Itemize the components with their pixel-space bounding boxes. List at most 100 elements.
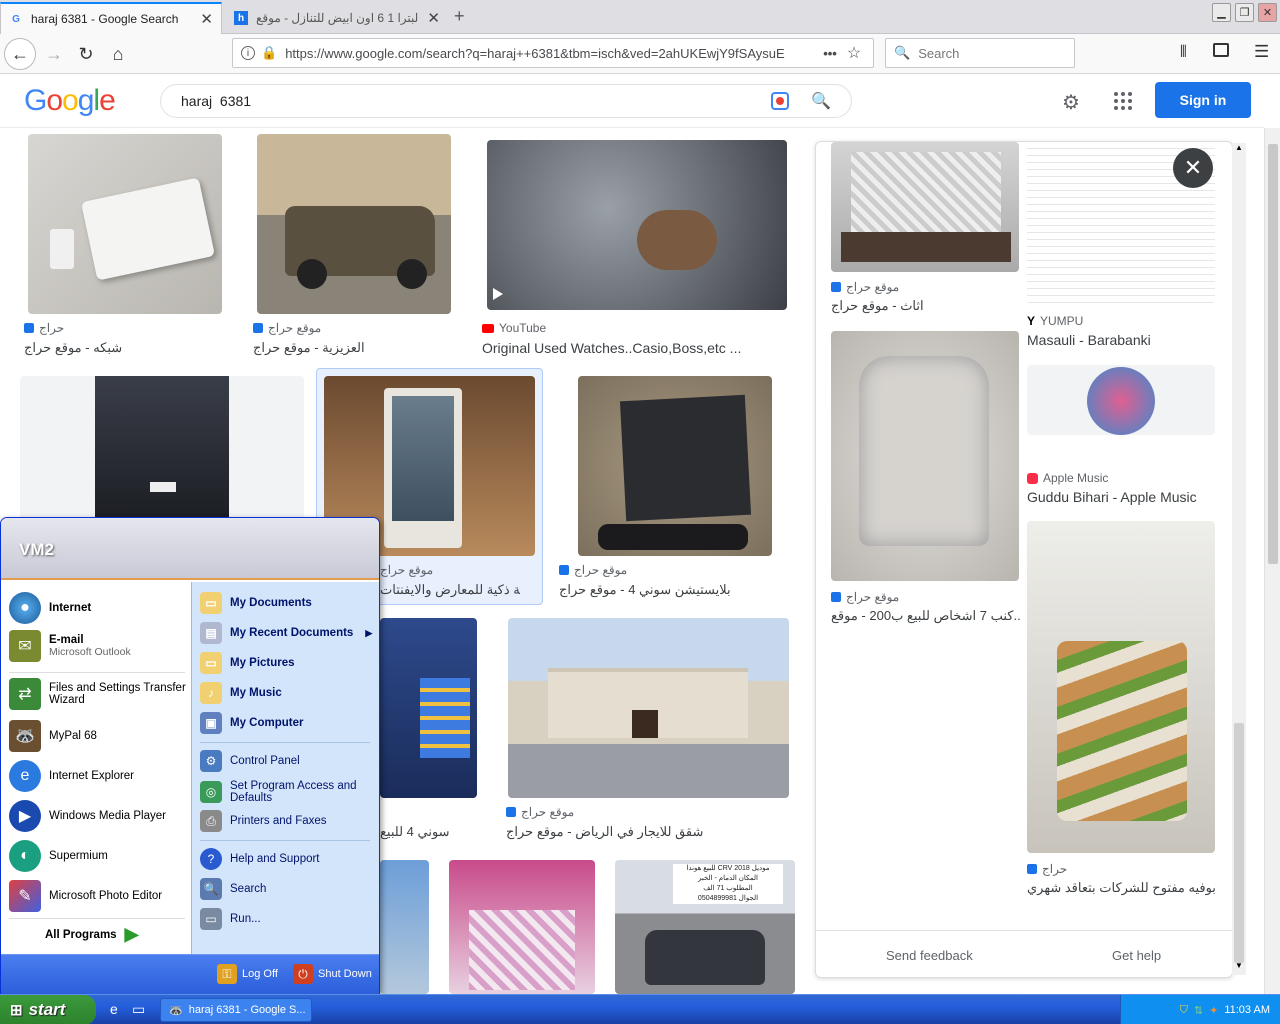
sign-in-button[interactable]: Sign in [1155,82,1251,118]
menu-item-media-player[interactable]: ▶ Windows Media Player [9,800,166,832]
result-caption[interactable]: شبكه - موقع حراج [24,340,224,356]
panel-image-album[interactable] [1027,365,1215,435]
result-caption[interactable]: بلايستيشن سوني 4 - موقع حراج [559,582,779,598]
lens-icon[interactable] [771,92,790,110]
panel-scrollbar[interactable]: ▲ ▼ [1232,143,1246,975]
scroll-up-icon[interactable]: ▲ [1234,143,1244,157]
panel-caption[interactable]: كنب 7 اشخاص للبيع ب200 - موقع... [831,608,1021,624]
result-image-router[interactable] [28,134,222,314]
haraj-favicon-icon: h [234,11,248,25]
result-image-crv[interactable] [20,376,304,521]
tab-haraj[interactable]: h البترا 1 6 اون ابيض للتنازل - موقع < ✕ [226,2,448,34]
quick-launch-ie-icon[interactable]: e [110,1001,118,1017]
menu-item-transfer-wizard[interactable]: ⇄ Files and Settings Transfer Wizard [9,678,189,710]
result-caption[interactable]: سوني 4 للبيع [380,824,450,840]
log-off-button[interactable]: ⚿ Log Off [217,964,278,984]
menu-item-my-documents[interactable]: ▭ My Documents [200,592,312,614]
menu-item-photo-editor[interactable]: ✎ Microsoft Photo Editor [9,880,162,912]
result-image-watches[interactable] [487,140,787,310]
menu-item-mypal[interactable]: 🦝 MyPal 68 [9,720,97,752]
url-bar[interactable]: i 🔒 https://www.google.com/search?q=hara… [232,38,874,68]
panel-caption[interactable]: بوفيه مفتوح للشركات بتعاقد شهري - ... [1027,880,1217,896]
submenu-arrow-icon: ▶ [365,627,373,638]
menu-item-internet-explorer[interactable]: e Internet Explorer [9,760,134,792]
sidebar-icon[interactable] [1213,43,1229,57]
quick-launch-desktop-icon[interactable]: ▭ [132,1001,145,1018]
menu-item-help[interactable]: ? Help and Support [200,848,320,870]
menu-item-control-panel[interactable]: ⚙ Control Panel [200,750,300,772]
panel-caption[interactable]: Masauli - Barabanki [1027,332,1217,348]
google-search-box[interactable]: haraj 6381 🔍 [160,84,852,118]
search-icon[interactable]: 🔍 [811,91,831,111]
security-icon[interactable]: ✦ [1209,1004,1218,1017]
result-image-sky[interactable] [380,860,429,994]
result-caption[interactable]: شاشة ذكية للمعارض والايفنتات [380,582,520,598]
result-image-suv[interactable] [257,134,451,314]
scroll-down-icon[interactable]: ▼ [1234,961,1244,975]
info-icon[interactable]: i [241,46,255,60]
library-icon[interactable]: ⫴ [1180,44,1187,62]
menu-item-my-computer[interactable]: ▣ My Computer [200,712,303,734]
send-feedback-link[interactable]: Send feedback [886,948,973,963]
result-image-crv-sale[interactable]: للبيع هوندا CRV موديل 2018 المكان الدمام… [615,860,795,994]
result-image-tv[interactable] [380,618,477,798]
result-caption[interactable]: شقق للايجار في الرياض - موقع حراج [506,824,786,840]
shut-down-button[interactable]: ⏻ Shut Down [293,964,372,984]
transfer-wizard-icon: ⇄ [9,678,41,710]
menu-item-supermium[interactable]: ◐ Supermium [9,840,108,872]
panel-caption[interactable]: اثاث - موقع حراج [831,298,1021,314]
menu-icon[interactable]: ☰ [1254,42,1269,62]
menu-item-internet[interactable]: ● Internet [9,592,91,624]
result-image-ps4[interactable] [578,376,772,556]
panel-image-furniture[interactable] [831,142,1019,272]
browser-search-field[interactable]: 🔍 Search [885,38,1075,68]
forward-button[interactable]: → [38,38,70,70]
panel-image-armchair[interactable] [831,331,1019,581]
menu-item-my-music[interactable]: ♪ My Music [200,682,282,704]
close-window-icon[interactable]: ✕ [1258,3,1277,22]
back-button[interactable]: ← [4,38,36,70]
google-logo[interactable]: Google [24,84,116,118]
bookmark-star-icon[interactable]: ☆ [847,43,861,63]
tab-google-search[interactable]: G haraj 6381 - Google Search ✕ [0,2,222,34]
page-scrollbar[interactable] [1264,128,1280,994]
result-source: موقع حراج [380,563,434,577]
close-panel-button[interactable]: ✕ [1173,148,1213,188]
panel-image-buffet[interactable] [1027,521,1215,853]
page-scroll-thumb[interactable] [1268,144,1278,564]
menu-item-search[interactable]: 🔍 Search [200,878,266,900]
result-caption[interactable]: العزيزية - موقع حراج [253,340,453,356]
result-source: موقع حراج [506,805,574,819]
all-programs-button[interactable]: All Programs ▶ [45,924,138,945]
pictures-folder-icon: ▭ [200,652,222,674]
menu-item-run[interactable]: ▭ Run... [200,908,261,930]
home-button[interactable]: ⌂ [102,38,134,70]
shield-icon[interactable]: ⛉ [1180,1004,1188,1017]
menu-item-recent-documents[interactable]: ▤ My Recent Documents ▶ [200,622,372,644]
new-tab-icon[interactable]: + [454,6,465,27]
result-caption[interactable]: Original Used Watches..Casio,Boss,etc ..… [482,340,782,356]
apps-grid-icon[interactable] [1114,92,1132,110]
maximize-icon[interactable]: ❐ [1235,3,1254,22]
network-icon[interactable]: ⇅ [1194,1004,1203,1017]
supermium-icon: ◐ [9,840,41,872]
menu-item-printers[interactable]: ⎙ Printers and Faxes [200,810,327,832]
taskbar-item-browser[interactable]: 🦝 haraj 6381 - Google S... [160,998,312,1022]
menu-item-email[interactable]: ✉ E-mail Microsoft Outlook [9,630,131,662]
car-sale-sign: للبيع هوندا CRV موديل 2018 المكان الدمام… [673,864,783,904]
reload-button[interactable]: ↻ [70,38,102,70]
result-image-apartments[interactable] [508,618,789,798]
panel-caption[interactable]: Guddu Bihari - Apple Music [1027,489,1217,505]
menu-item-my-pictures[interactable]: ▭ My Pictures [200,652,295,674]
minimize-icon[interactable]: ▁ [1212,3,1231,22]
settings-gear-icon[interactable]: ⚙ [1062,90,1080,115]
panel-scroll-thumb[interactable] [1234,723,1244,963]
recent-documents-icon: ▤ [200,622,222,644]
get-help-link[interactable]: Get help [1112,948,1161,963]
start-button[interactable]: ⊞ start [0,995,96,1024]
close-tab-icon[interactable]: ✕ [200,10,213,28]
page-actions-icon[interactable]: ••• [823,46,837,61]
result-image-bed[interactable] [449,860,595,994]
close-tab-icon[interactable]: ✕ [427,9,440,27]
menu-item-program-access[interactable]: ◎ Set Program Access and Defaults [200,780,376,804]
